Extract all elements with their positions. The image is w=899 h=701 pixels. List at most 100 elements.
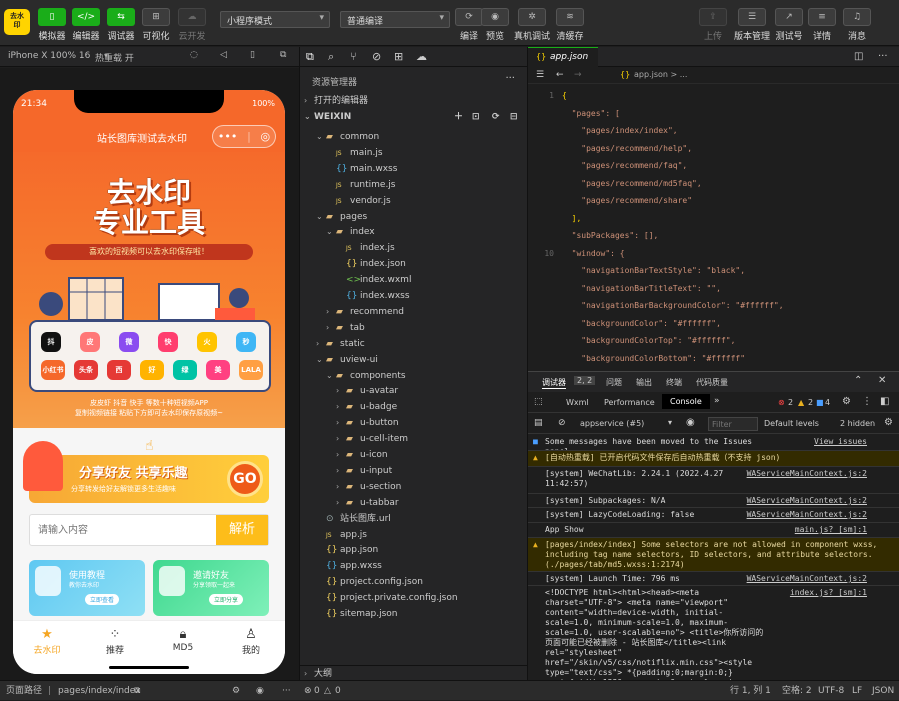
file-item[interactable]: {} project.private.config.json (300, 590, 528, 606)
eye-icon[interactable]: ◉ (686, 417, 695, 428)
folder-item[interactable]: › ▰ tab (300, 320, 528, 336)
detach-icon[interactable]: ⧉ (280, 50, 286, 60)
file-item[interactable]: {} project.config.json (300, 574, 528, 590)
editor-button[interactable]: </> 编辑器 (69, 8, 103, 42)
hot-reload-toggle[interactable]: 热重载 开 (95, 51, 134, 64)
kebab-icon[interactable]: ⋮ (862, 396, 872, 407)
tab-terminal[interactable]: 终端 (666, 377, 682, 388)
open-editors-section[interactable]: › 打开的编辑器 (300, 93, 528, 109)
go-button[interactable]: GO (227, 461, 263, 497)
log-source-link[interactable]: WAServiceMainContext.js:2 (747, 496, 867, 506)
folder-item[interactable]: ⌄ ▰ uview-ui (300, 352, 528, 368)
folder-item[interactable]: › ▰ u-input (300, 463, 528, 479)
code-line[interactable]: "navigationBarTextStyle": "black", (528, 262, 899, 279)
log-source-link[interactable]: WAServiceMainContext.js:2 (747, 469, 867, 479)
share-now-button[interactable]: 立即分享 (209, 594, 244, 605)
clear-console-icon[interactable]: ⊘ (558, 418, 566, 428)
back-icon[interactable]: ← (556, 70, 564, 80)
cursor-position[interactable]: 行 1, 列 1 (730, 681, 771, 701)
tutorial-card[interactable]: 使用教程 教你去水印 立即查看 (29, 560, 145, 616)
split-editor-icon[interactable]: ◫ (854, 51, 863, 62)
folder-item[interactable]: ⌄ ▰ pages (300, 209, 528, 225)
extensions-icon[interactable]: ⊞ (394, 50, 403, 63)
new-folder-icon[interactable]: ⊡ (472, 109, 480, 125)
code-line[interactable]: "subPackages": [], (528, 227, 899, 244)
log-source-link[interactable]: WAServiceMainContext.js:2 (747, 574, 867, 584)
copy-icon[interactable]: ⧉ (134, 681, 140, 701)
more-icon[interactable]: ••• (218, 130, 237, 143)
capsule-menu[interactable]: ••• | ◎ (212, 125, 276, 148)
code-line[interactable]: "backgroundColor": "#ffffff", (528, 315, 899, 332)
sidebar-toggle-icon[interactable]: ▤ (534, 418, 543, 428)
git-icon[interactable]: ⑂ (350, 50, 357, 63)
page-path-label[interactable]: 页面路径 (6, 681, 42, 701)
search-icon[interactable]: ⌕ (328, 50, 334, 64)
device-debug-button[interactable]: ✲ 真机调试 (514, 8, 550, 42)
settings-icon[interactable]: ⚙ (842, 396, 851, 407)
folder-item[interactable]: ⌄ ▰ components (300, 368, 528, 384)
folder-item[interactable]: › ▰ static (300, 336, 528, 352)
folder-item[interactable]: › ▰ recommend (300, 304, 528, 320)
tab-recommend[interactable]: ⁘ 推荐 (81, 627, 149, 656)
dock-icon[interactable]: ◧ (880, 396, 889, 407)
code-line[interactable]: 1{ (528, 87, 899, 104)
tab-debugger[interactable]: 调试器 (542, 377, 566, 389)
log-source-link[interactable]: main.js? [sm]:1 (795, 525, 867, 535)
file-item[interactable]: JS index.js (300, 240, 528, 256)
folder-item[interactable]: › ▰ u-tabbar (300, 495, 528, 511)
share-banner[interactable]: 分享好友 共享乐趣 分享转发给好友解锁更多生活趣味 GO (23, 441, 269, 503)
visual-button[interactable]: ⊞ 可视化 (139, 8, 173, 42)
version-button[interactable]: ☰ 版本管理 (734, 8, 770, 42)
upload-button[interactable]: ⇪ 上传 (696, 8, 730, 42)
file-item[interactable]: <>index.wxml (300, 272, 528, 288)
code-line[interactable]: "pages/recommend/md5faq", (528, 175, 899, 192)
new-file-icon[interactable]: ＋ (454, 109, 463, 125)
outline-section[interactable]: › 大纲 (300, 665, 528, 681)
file-item[interactable]: JS app.js (300, 527, 528, 543)
clear-cache-button[interactable]: ≋ 清缓存 (553, 8, 587, 42)
simulator-button[interactable]: ▯ 模拟器 (35, 8, 69, 42)
file-item[interactable]: {} app.wxss (300, 558, 528, 574)
close-icon[interactable]: ✕ (878, 375, 886, 386)
file-item[interactable]: JS vendor.js (300, 193, 528, 209)
compile-select[interactable]: 普通编译 (340, 11, 450, 28)
code-line[interactable]: "pages": [ (528, 105, 899, 122)
cloud-dev-button[interactable]: ☁ 云开发 (175, 8, 209, 42)
more-icon[interactable]: ··· (282, 681, 291, 701)
file-item[interactable]: ⊙ 站长图库.url (300, 511, 528, 527)
files-icon[interactable]: ⧉ (306, 50, 314, 64)
rotate-icon[interactable]: ▯ (250, 50, 255, 60)
refresh-icon[interactable]: ⟳ (492, 109, 500, 125)
code-line[interactable]: "backgroundColorTop": "#ffffff", (528, 332, 899, 349)
file-item[interactable]: {} app.json (300, 542, 528, 558)
file-item[interactable]: JS main.js (300, 145, 528, 161)
mode-select[interactable]: 小程序模式 (220, 11, 330, 28)
tab-watermark[interactable]: ★ 去水印 (13, 627, 81, 656)
details-button[interactable]: ≡ 详情 (805, 8, 839, 42)
encoding[interactable]: UTF-8 (818, 681, 844, 701)
parse-button[interactable]: 解析 (216, 515, 268, 545)
file-item[interactable]: {} sitemap.json (300, 606, 528, 622)
collapse-icon[interactable]: ⊟ (510, 109, 518, 125)
log-source-link[interactable]: index.js? [sm]:1 (790, 588, 867, 598)
levels-select[interactable]: Default levels (764, 419, 819, 428)
tab-wxml[interactable]: Wxml (566, 398, 589, 407)
forward-icon[interactable]: → (574, 70, 582, 80)
tab-performance[interactable]: Performance (604, 398, 655, 407)
messages-button[interactable]: ♫ 消息 (840, 8, 874, 42)
volume-icon[interactable]: ◁ (220, 50, 227, 60)
file-item[interactable]: {} index.wxss (300, 288, 528, 304)
tab-app-json[interactable]: {} app.json (528, 47, 598, 67)
preview-button[interactable]: ◉ 预览 (478, 8, 512, 42)
code-line[interactable]: "pages/recommend/faq", (528, 157, 899, 174)
folder-item[interactable]: › ▰ u-avatar (300, 383, 528, 399)
explorer-more-icon[interactable]: ··· (505, 73, 515, 84)
tab-console[interactable]: Console (662, 394, 710, 409)
inspect-icon[interactable]: ⬚ (534, 397, 543, 407)
line-ending[interactable]: LF (852, 681, 862, 701)
code-line[interactable]: "pages/recommend/help", (528, 140, 899, 157)
indent-spaces[interactable]: 空格: 2 (782, 681, 812, 701)
tab-md5[interactable]: 🔒︎ MD5 (149, 627, 217, 653)
code-line[interactable]: "navigationBarBackgroundColor": "#ffffff… (528, 297, 899, 314)
view-now-button[interactable]: 立即查看 (85, 594, 120, 605)
